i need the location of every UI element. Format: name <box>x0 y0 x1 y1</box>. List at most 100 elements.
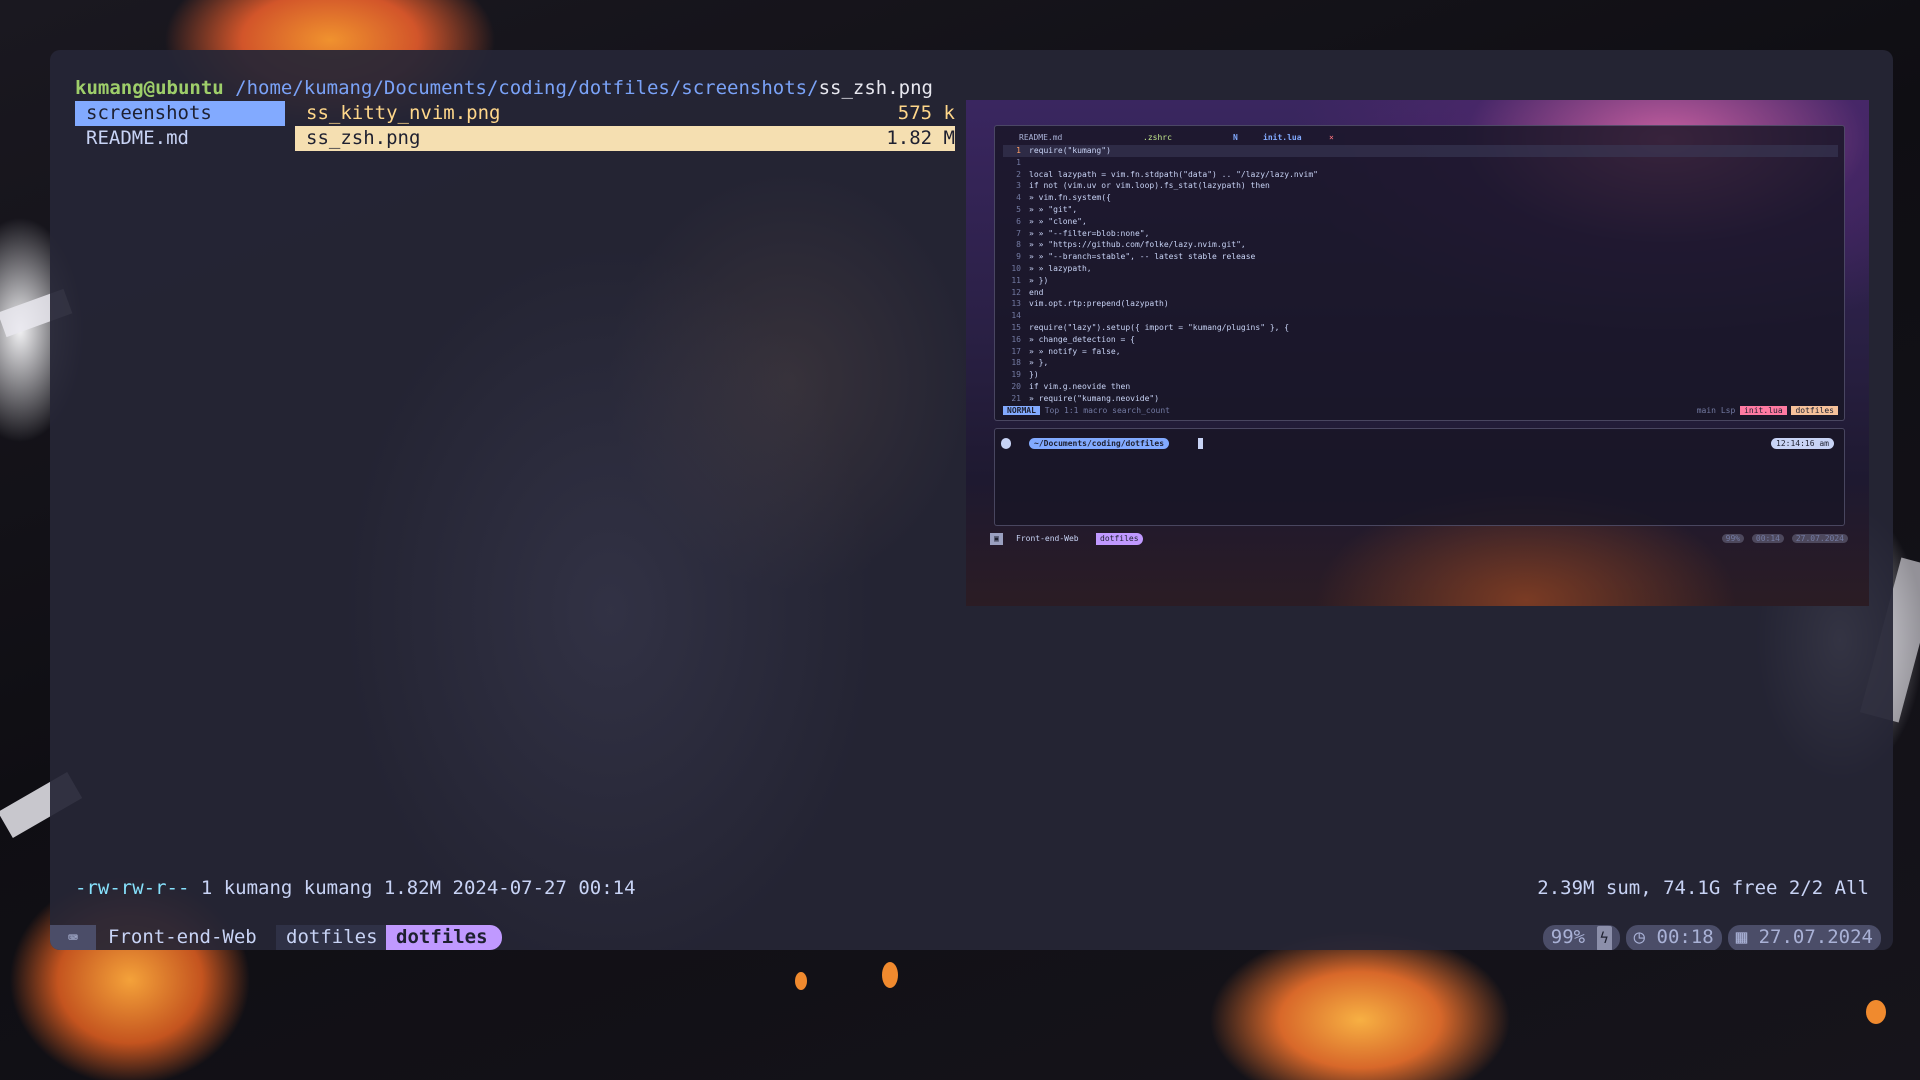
lsp-label: Lsp <box>1720 406 1736 415</box>
code-text: » }) <box>1029 275 1049 285</box>
code-line: 11 » }) <box>1003 275 1838 287</box>
file-size: 1.82 M <box>886 127 955 149</box>
code-line: 8 » » "https://github.com/folke/lazy.nvim… <box>1003 239 1838 251</box>
code-text: vim.opt.rtp:prepend(lazypath) <box>1029 299 1169 309</box>
code-text: require("kumang") <box>1029 146 1111 155</box>
code-line: 2 local lazypath = vim.fn.stdpath("data")… <box>1003 169 1838 181</box>
mode-badge: NORMAL <box>1003 406 1040 415</box>
code-line: 1 require("kumang") <box>1003 145 1838 157</box>
preview-tabline: README.md .zshrc N init.lua × <box>995 132 1844 144</box>
line-number: 15 <box>1011 322 1021 332</box>
terminal-icon: ▣ <box>990 533 1003 545</box>
code-text: » }, <box>1029 358 1049 368</box>
line-number: 9 <box>1016 252 1021 262</box>
code-line: 17 » » notify = false, <box>1003 346 1838 358</box>
path-header: kumang@ubuntu /home/kumang/Documents/cod… <box>75 76 933 101</box>
code-text: require("lazy").setup({ import = "kumang… <box>1029 322 1290 332</box>
code-line: 16 » change_detection = { <box>1003 334 1838 346</box>
file-info: -rw-rw-r-- 1 kumang kumang 1.82M 2024-07… <box>75 876 636 901</box>
line-number: 5 <box>1016 204 1021 214</box>
preview-tab-n: N <box>1233 133 1238 142</box>
code-line: 9 » » "--branch=stable", -- latest stable… <box>1003 251 1838 263</box>
code-text: » require("kumang.neovide") <box>1029 393 1160 403</box>
code-text: }) <box>1029 370 1039 380</box>
terminal-icon: ⌨ <box>50 925 96 950</box>
code-text: » » "git", <box>1029 204 1078 214</box>
dir-badge: dotfiles <box>1791 406 1838 415</box>
preview-statusline: NORMAL Top 1:1 macro search_count main L… <box>1003 405 1838 416</box>
file-row-selected[interactable]: ss_zsh.png 1.82 M <box>295 126 955 151</box>
code-line: 5 » » "git", <box>1003 204 1838 216</box>
text-cursor <box>1198 438 1203 449</box>
line-number: 21 <box>1011 393 1021 403</box>
calendar-icon: ▦ <box>1735 926 1748 948</box>
line-number: 20 <box>1011 381 1021 391</box>
preview-window: dotfiles <box>1096 533 1143 545</box>
date-value: 27.07.2024 <box>1758 926 1873 948</box>
line-number: 1 <box>1016 146 1021 155</box>
os-icon <box>1001 438 1011 449</box>
code-text: end <box>1029 287 1044 297</box>
parent-directory-pane[interactable]: screenshots README.md <box>75 101 285 151</box>
parent-item-readme[interactable]: README.md <box>75 126 285 151</box>
code-text: » » "clone", <box>1029 216 1087 226</box>
code-text: » » notify = false, <box>1029 346 1121 356</box>
preview-tab-init-lua: init.lua <box>1263 133 1302 142</box>
code-line: 15 require("lazy").setup({ import = "kuma… <box>1003 322 1838 334</box>
git-branch: main <box>1696 406 1716 415</box>
current-file: ss_zsh.png <box>818 77 933 99</box>
preview-code: 1 require("kumang") 1 2 local lazypath = vim… <box>1003 145 1838 405</box>
preview-clock: 00:14 <box>1751 534 1784 543</box>
line-number: 4 <box>1016 193 1021 203</box>
file-size: 575 k <box>897 102 955 124</box>
line-number: 6 <box>1016 216 1021 226</box>
file-row[interactable]: ss_kitty_nvim.png 575 k <box>295 101 955 126</box>
file-badge: init.lua <box>1740 406 1787 415</box>
code-line: 21 » require("kumang.neovide") <box>1003 393 1838 405</box>
tmux-window-active[interactable]: dotfiles <box>386 925 502 950</box>
code-line: 4 » vim.fn.system({ <box>1003 192 1838 204</box>
terminal-window[interactable]: kumang@ubuntu /home/kumang/Documents/cod… <box>50 50 1893 950</box>
code-line: 14 <box>1003 310 1838 322</box>
clock-icon: ◷ <box>1633 926 1646 948</box>
close-icon: × <box>1329 133 1334 142</box>
clock-status: ◷ 00:18 <box>1625 925 1722 950</box>
code-text: if not (vim.uv or vim.loop).fs_stat(lazy… <box>1029 181 1270 191</box>
code-line: 10 » » lazypath, <box>1003 263 1838 275</box>
line-number: 2 <box>1016 169 1021 179</box>
line-number: 13 <box>1011 299 1021 309</box>
preview-editor: README.md .zshrc N init.lua × 1 require("… <box>994 125 1845 421</box>
parent-item-screenshots[interactable]: screenshots <box>75 101 285 126</box>
code-line: 3 if not (vim.uv or vim.loop).fs_stat(laz… <box>1003 180 1838 192</box>
line-number: 12 <box>1011 287 1021 297</box>
code-text: » change_detection = { <box>1029 334 1135 344</box>
file-permissions: -rw-rw-r-- <box>75 877 190 899</box>
line-number: 17 <box>1011 346 1021 356</box>
code-text: if vim.g.neovide then <box>1029 381 1131 391</box>
image-preview: README.md .zshrc N init.lua × 1 require("… <box>966 100 1869 606</box>
file-name: ss_kitty_nvim.png <box>306 102 501 124</box>
code-line: 1 <box>1003 157 1838 169</box>
preview-session: Front-end-Web <box>1016 534 1079 543</box>
directory-summary: 2.39M sum, 74.1G free 2/2 All <box>1537 877 1869 899</box>
tmux-session[interactable]: Front-end-Web <box>108 925 257 950</box>
code-text: » » "--branch=stable", -- latest stable … <box>1029 252 1256 262</box>
code-text: » vim.fn.system({ <box>1029 193 1111 203</box>
code-line: 18 » }, <box>1003 357 1838 369</box>
current-directory-pane[interactable]: ss_kitty_nvim.png 575 k ss_zsh.png 1.82 … <box>295 101 955 151</box>
code-line: 13 vim.opt.rtp:prepend(lazypath) <box>1003 298 1838 310</box>
preview-tab-readme: README.md <box>1019 133 1063 142</box>
tmux-window[interactable]: dotfiles <box>276 925 388 950</box>
code-line: 7 » » "--filter=blob:none", <box>1003 228 1838 240</box>
code-line: 19}) <box>1003 369 1838 381</box>
tmux-right-status: 99% ϟ ◷ 00:18 ▦ 27.07.2024 <box>1542 925 1881 950</box>
line-number: 3 <box>1016 181 1021 191</box>
line-number: 16 <box>1011 334 1021 344</box>
charging-icon: ϟ <box>1596 926 1612 950</box>
preview-tmux-bar: ▣ Front-end-Web dotfiles 99% 00:14 27.07… <box>990 533 1848 545</box>
line-number: 8 <box>1016 240 1021 250</box>
code-line: 12 end <box>1003 287 1838 299</box>
preview-date: 27.07.2024 <box>1791 534 1848 543</box>
line-number: 19 <box>1011 370 1021 380</box>
line-number: 18 <box>1011 358 1021 368</box>
